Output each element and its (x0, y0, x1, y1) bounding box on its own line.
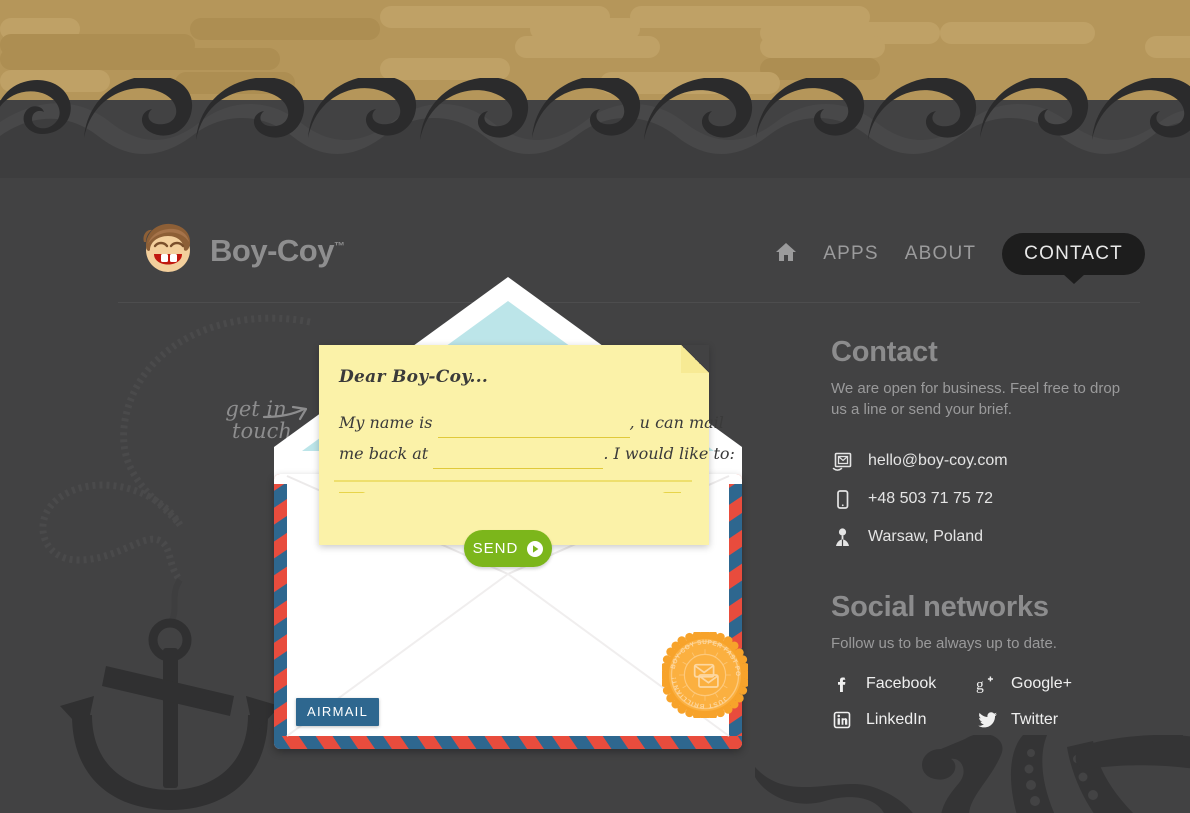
brand-logo[interactable]: Boy-Coy™ (140, 220, 345, 281)
social-facebook[interactable]: Facebook (831, 674, 976, 694)
contact-details-list: hello@boy-coy.com +48 503 71 75 72 Warsa… (831, 442, 1131, 556)
twitter-icon (976, 710, 998, 730)
google-plus-icon: g (976, 674, 998, 694)
airmail-badge: AIRMAIL (296, 698, 380, 726)
contact-title: Contact (831, 336, 938, 368)
wave-band (0, 78, 1190, 188)
letter-field-line-1: My name is , u can mail (339, 407, 724, 438)
social-description: Follow us to be always up to date. (831, 635, 1057, 652)
page-root: Boy-Coy™ APPS ABOUT CONTACT get in touch (0, 0, 1190, 813)
message-line-1[interactable] (339, 492, 681, 493)
contact-phone-text: +48 503 71 75 72 (868, 490, 994, 507)
brand-trademark: ™ (333, 240, 345, 253)
svg-text:g: g (976, 677, 984, 694)
letter-field-line-2: me back at . I would like to: (339, 438, 735, 469)
email-input[interactable] (433, 452, 604, 469)
stamp-icon (831, 451, 853, 472)
linkedin-icon (831, 710, 853, 730)
cloud-shape (515, 36, 660, 58)
cloud-shape (0, 48, 280, 70)
send-label: SEND (472, 540, 519, 557)
contact-email-text: hello@boy-coy.com (868, 452, 1008, 469)
cloud-shape (1145, 36, 1190, 58)
brand-name: Boy-Coy™ (210, 232, 345, 268)
cloud-shape (190, 18, 380, 40)
social-links-grid: Facebook g Google+ LinkedIn Twitter (831, 674, 1131, 730)
social-twitter-label: Twitter (1011, 711, 1059, 728)
contact-email[interactable]: hello@boy-coy.com (831, 442, 1131, 480)
nav-contact[interactable]: CONTACT (1002, 233, 1145, 275)
cloud-shape (760, 36, 885, 58)
social-googleplus-label: Google+ (1011, 675, 1072, 692)
nav-apps[interactable]: APPS (823, 243, 879, 265)
cloud-shape (380, 58, 510, 80)
social-linkedin-label: LinkedIn (866, 711, 927, 728)
letter-salutation: Dear Boy-Coy... (339, 367, 489, 387)
name-input[interactable] (437, 421, 630, 438)
map-pin-icon (831, 527, 853, 548)
social-facebook-label: Facebook (866, 675, 937, 692)
send-button[interactable]: SEND (464, 530, 552, 567)
name-label: My name is (339, 413, 433, 432)
main-navigation: APPS ABOUT CONTACT (775, 233, 1145, 275)
letter-content: Dear Boy-Coy... My name is , u can mail … (339, 367, 735, 493)
home-icon[interactable] (775, 242, 797, 267)
email-label: me back at (339, 444, 429, 463)
cloud-shape (940, 22, 1095, 44)
email-suffix: . I would like to: (603, 444, 735, 463)
facebook-icon (831, 674, 853, 694)
social-linkedin[interactable]: LinkedIn (831, 710, 976, 730)
nav-about[interactable]: ABOUT (905, 243, 976, 265)
boy-face-logo (140, 220, 196, 281)
contact-location[interactable]: Warsaw, Poland (831, 518, 1131, 556)
letter-paper: Dear Boy-Coy... My name is , u can mail … (319, 345, 735, 545)
play-circle-icon (527, 540, 544, 557)
contact-location-text: Warsaw, Poland (868, 528, 984, 545)
contact-sidebar: Contact We are open for business. Feel f… (831, 336, 1131, 730)
contact-description: We are open for business. Feel free to d… (831, 380, 1121, 418)
social-twitter[interactable]: Twitter (976, 710, 1121, 730)
contact-phone[interactable]: +48 503 71 75 72 (831, 480, 1131, 518)
mobile-phone-icon (831, 489, 853, 510)
social-title: Social networks (831, 591, 1049, 623)
social-googleplus[interactable]: g Google+ (976, 674, 1121, 694)
name-suffix: , u can mail (629, 413, 724, 432)
postal-seal-stamp: BOY-COY SUPER FAST POSTAL SERVICE JUST B… (659, 627, 751, 721)
